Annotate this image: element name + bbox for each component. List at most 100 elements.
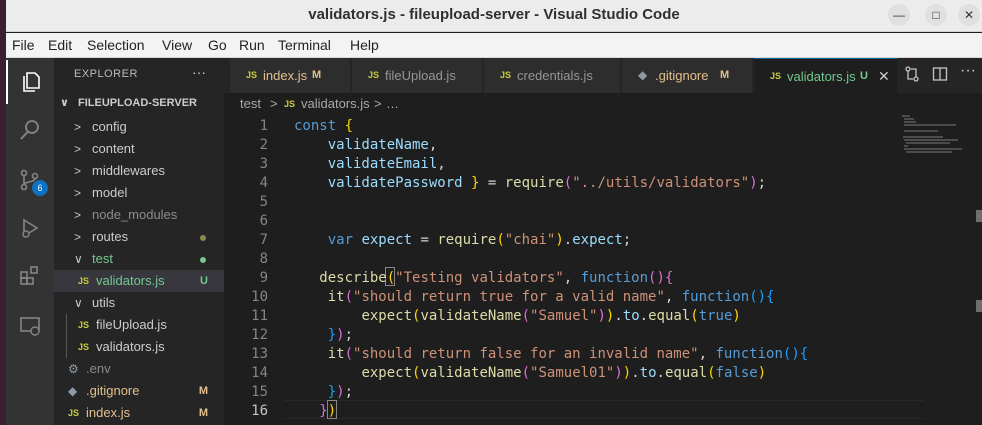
extensions-icon[interactable] [6, 254, 54, 298]
explorer-row[interactable]: JS validators.js [54, 336, 224, 358]
minimize-button[interactable]: — [888, 4, 910, 26]
explorer-row[interactable]: JS fileUpload.js [54, 314, 224, 336]
explorer-row[interactable]: ⚙ .env [54, 358, 224, 380]
explorer-row[interactable]: ∨ utils [54, 292, 224, 314]
code-token: } [327, 327, 337, 343]
code-token: ( [386, 270, 396, 286]
explorer-row[interactable]: > content [54, 138, 224, 160]
code-line[interactable]: validatePassword } = require("../utils/v… [294, 174, 766, 193]
tab-label: .gitignore [655, 68, 709, 83]
split-editor-icon[interactable] [932, 66, 948, 85]
code-token: ( [344, 289, 354, 305]
scrollbar-marker [976, 210, 982, 222]
menu-selection[interactable]: Selection [87, 33, 145, 57]
line-number: 10 [251, 289, 268, 305]
code-line[interactable]: it("should return true for a valid name"… [294, 288, 775, 307]
explorer-row[interactable]: ∨ test [54, 248, 224, 270]
code-line[interactable]: const { [294, 117, 353, 136]
editor-tab[interactable]: JS credentials.js [484, 58, 621, 93]
code-line[interactable]: expect(validateName("Samuel01")).to.equa… [294, 364, 766, 383]
more-actions-icon[interactable]: ··· [960, 62, 976, 80]
minimap[interactable] [902, 115, 966, 155]
menu-help[interactable]: Help [350, 33, 379, 57]
menu-run[interactable]: Run [239, 33, 265, 57]
explorer-row[interactable]: > config [54, 116, 224, 138]
explorer-row[interactable]: ◆ .gitignore M [54, 380, 224, 402]
more-actions-icon[interactable]: ··· [192, 64, 206, 80]
scrollbar-marker [976, 300, 982, 312]
explorer-row-label: node_modules [92, 207, 178, 222]
explorer-row[interactable]: JS index.js M [54, 402, 224, 424]
explorer-row[interactable]: > routes [54, 226, 224, 248]
menu-edit[interactable]: Edit [48, 33, 72, 57]
code-line[interactable]: it("should return false for an invalid n… [294, 345, 808, 364]
menu-go[interactable]: Go [208, 33, 227, 57]
breadcrumb-separator: > [374, 96, 382, 111]
run-debug-icon[interactable] [6, 206, 54, 250]
line-number: 11 [251, 308, 268, 324]
editor-tab[interactable]: JS fileUpload.js [352, 58, 483, 93]
explorer-row[interactable]: JS validators.js U [54, 270, 224, 292]
code-line[interactable]: expect(validateName("Samuel")).to.equal(… [294, 307, 740, 326]
line-number: 16 [251, 403, 268, 419]
close-window-button[interactable]: ✕ [958, 4, 980, 26]
code-token: . [631, 365, 640, 381]
explorer-icon[interactable] [6, 60, 54, 104]
code-token: = [479, 175, 505, 191]
code-token: () [749, 289, 767, 305]
code-editor[interactable]: 1 const {2 validateName, 3 validateEmail, 4… [224, 115, 982, 425]
git-file-icon: ◆ [68, 384, 78, 398]
code-line[interactable]: }); [294, 383, 353, 402]
close-icon[interactable]: ✕ [878, 59, 890, 94]
workspace-root[interactable]: ∨ FILEUPLOAD-SERVER [60, 96, 197, 109]
code-line[interactable]: var expect = require("chai").expect; [294, 231, 632, 250]
explorer-row[interactable]: > model [54, 182, 224, 204]
code-line[interactable]: }) [294, 402, 336, 421]
code-token: ( [521, 365, 531, 381]
source-control-icon[interactable] [6, 158, 54, 202]
code-line[interactable]: describe("Testing validators", function(… [294, 269, 673, 288]
search-icon[interactable] [6, 108, 54, 152]
code-line[interactable]: }); [294, 326, 353, 345]
code-line[interactable]: validateEmail, [294, 155, 446, 174]
explorer-row[interactable]: > middlewares [54, 160, 224, 182]
editor-tab-bar: JS index.js M JS fileUpload.js JS credentials.… [224, 58, 982, 93]
code-token: ) [622, 365, 632, 381]
line-number: 5 [259, 194, 268, 210]
code-token: false [715, 365, 758, 381]
code-token: { [664, 270, 674, 286]
editor-tab[interactable]: JS index.js M [230, 58, 351, 93]
code-token: ; [757, 175, 767, 191]
editor-tab[interactable]: JS validators.js U ✕ [754, 58, 898, 93]
chevron-down-icon: ∨ [74, 252, 83, 266]
code-token: "Samuel" [530, 308, 598, 324]
maximize-button[interactable]: □ [925, 4, 947, 26]
code-token: . [656, 365, 665, 381]
code-line[interactable]: validateName, [294, 136, 438, 155]
explorer-row-label: routes [92, 229, 129, 244]
breadcrumb-trail[interactable]: … [386, 93, 399, 115]
workspace-root-label: FILEUPLOAD-SERVER [78, 97, 197, 109]
git-status-badge: M [198, 407, 208, 419]
git-status-badge: U [200, 275, 208, 287]
line-number: 9 [259, 270, 268, 286]
code-token: require [437, 232, 497, 248]
menu-view[interactable]: View [162, 33, 192, 57]
code-token: const [294, 118, 345, 134]
menu-terminal[interactable]: Terminal [278, 33, 331, 57]
breadcrumb-file[interactable]: validators.js [301, 93, 370, 115]
menu-file[interactable]: File [12, 33, 35, 57]
compare-changes-icon[interactable] [904, 66, 920, 85]
chevron-down-icon: ∨ [60, 97, 69, 109]
breadcrumb-folder[interactable]: test [240, 93, 261, 115]
line-number: 3 [259, 156, 268, 172]
code-token: expect [361, 365, 413, 381]
remote-explorer-icon[interactable] [6, 304, 54, 348]
editor-tab[interactable]: ◆ .gitignore M [622, 58, 753, 93]
code-token: function [681, 289, 750, 305]
code-token: "Testing validators" [395, 270, 564, 286]
explorer-row[interactable]: > node_modules [54, 204, 224, 226]
line-number: 12 [251, 327, 268, 343]
